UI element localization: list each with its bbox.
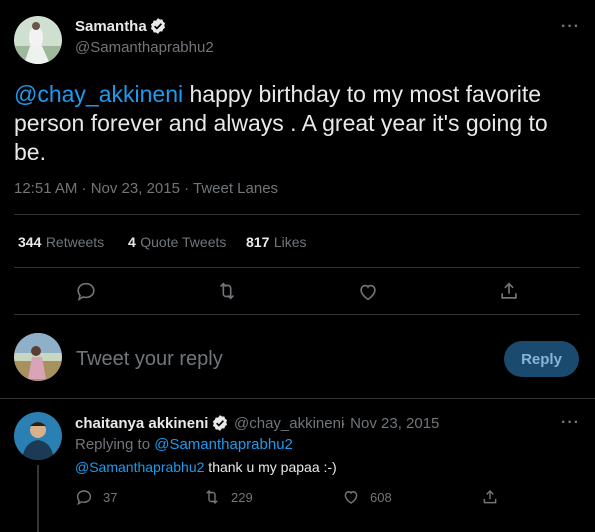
reply-date[interactable]: · Nov 23, 2015 (341, 415, 439, 432)
reply-author-avatar[interactable] (14, 412, 62, 460)
like-icon (342, 488, 360, 506)
reply-reply-action[interactable]: 37 (75, 488, 117, 506)
quotes-label: Quote Tweets (140, 234, 227, 250)
retweet-icon[interactable] (216, 280, 238, 302)
retweets-stat[interactable]: 344 Retweets (18, 234, 104, 252)
reply-retweet-action[interactable]: 229 (203, 488, 253, 506)
author-name[interactable]: Samantha (75, 18, 147, 35)
replying-to-prefix: Replying to (75, 436, 151, 453)
tweet-mention[interactable]: @chay_akkineni (14, 81, 183, 107)
reply-text: @Samanthaprabhu2 thank u my papaa :-) (75, 459, 337, 475)
quotes-count: 4 (128, 234, 136, 250)
reply-button[interactable]: Reply (504, 341, 579, 377)
replying-to: Replying to @Samanthaprabhu2 (75, 436, 293, 453)
retweets-label: Retweets (45, 234, 105, 250)
thread-line (37, 465, 39, 532)
tweet-timestamp[interactable]: 12:51 AM · Nov 23, 2015 · Tweet Lanes (14, 180, 278, 197)
author-handle[interactable]: @Samanthaprabhu2 (75, 39, 214, 56)
author-avatar[interactable] (14, 16, 62, 64)
divider (14, 267, 580, 268)
verified-badge-icon (149, 17, 167, 35)
like-count: 608 (370, 489, 392, 505)
reply-input[interactable]: Tweet your reply (76, 348, 223, 371)
divider (0, 398, 595, 399)
divider (14, 314, 580, 315)
verified-badge-icon (211, 414, 229, 432)
likes-label: Likes (273, 234, 307, 250)
retweet-count: 229 (231, 489, 253, 505)
reply-author-handle[interactable]: @chay_akkineni (234, 415, 344, 432)
reply-icon (75, 488, 93, 506)
composer-avatar (14, 333, 62, 381)
more-icon[interactable]: ··· (561, 414, 580, 432)
retweet-icon (203, 488, 221, 506)
share-icon[interactable] (498, 280, 520, 302)
share-icon[interactable] (481, 488, 499, 506)
reply-icon[interactable] (75, 280, 97, 302)
reply-like-action[interactable]: 608 (342, 488, 392, 506)
likes-count: 817 (246, 234, 270, 250)
reply-author-name[interactable]: chaitanya akkineni (75, 415, 208, 432)
replying-to-link[interactable]: @Samanthaprabhu2 (154, 436, 293, 453)
reply-text-body: thank u my papaa :-) (204, 459, 337, 475)
tweet-text: @chay_akkineni happy birthday to my most… (14, 80, 574, 167)
quote-tweets-stat[interactable]: 4 Quote Tweets (128, 234, 226, 252)
divider (14, 214, 580, 215)
like-icon[interactable] (357, 281, 379, 303)
retweets-count: 344 (18, 234, 42, 250)
likes-stat[interactable]: 817 Likes (246, 234, 307, 252)
reply-mention[interactable]: @Samanthaprabhu2 (75, 459, 204, 475)
reply-count: 37 (103, 489, 118, 505)
more-icon[interactable]: ··· (561, 18, 580, 36)
